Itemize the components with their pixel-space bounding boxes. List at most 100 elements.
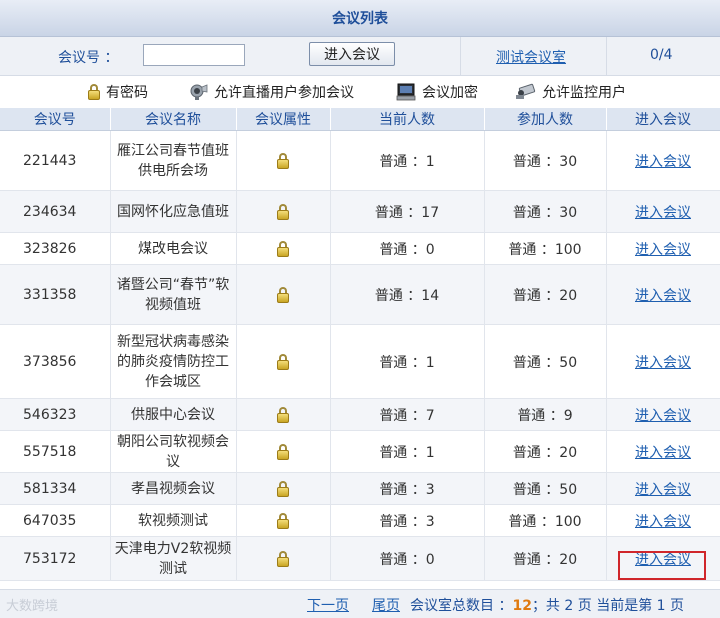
meeting-attr-cell <box>236 430 331 473</box>
current-count-cell: 普通 ：1 <box>330 324 485 399</box>
joined-count-cell: 普通 ：50 <box>484 324 607 399</box>
table-row: 753172 天津电力V2软视频测试 普通 ：0 普通 ：20 进入会议 <box>0 536 720 581</box>
meeting-attr-cell <box>236 398 331 431</box>
table-row: 581334 孝昌视频会议 普通 ：3 普通 ：50 进入会议 <box>0 472 720 505</box>
meeting-attr-cell <box>236 472 331 505</box>
meeting-id-cell: 331358 <box>0 264 111 325</box>
enter-meeting-link[interactable]: 进入会议 <box>635 242 691 258</box>
page-title-text: 会议列表 <box>332 11 388 27</box>
meeting-list-page: 会议列表 会议号 ： 进入会议 测试会议室 0/4 有密码 允许直播用户参加会议 <box>0 0 720 618</box>
total-label: 会议室总数目 ： <box>410 598 513 614</box>
watermark: 大数跨境 <box>6 599 59 614</box>
current-count-cell: 普通 ：0 <box>330 232 485 265</box>
meeting-id-cell: 221443 <box>0 130 111 191</box>
joined-count-cell: 普通 ：20 <box>484 536 607 581</box>
enter-cell: 进入会议 <box>606 232 720 265</box>
meeting-attr-cell <box>236 324 331 399</box>
meeting-attr-cell <box>236 190 331 233</box>
lock-icon <box>277 353 289 370</box>
joined-count-cell: 普通 ：20 <box>484 264 607 325</box>
meeting-id-label: 会议号 ： <box>58 50 119 66</box>
meeting-attr-cell <box>236 130 331 191</box>
enter-meeting-link[interactable]: 进入会议 <box>635 482 691 498</box>
legend-monitor-camera-label: 允许监控用户 <box>542 85 626 101</box>
table-row: 647035 软视频测试 普通 ：3 普通 ：100 进入会议 <box>0 504 720 537</box>
meeting-name-cell: 软视频测试 <box>110 504 237 537</box>
legend-monitor-camera: 允许监控用户 <box>514 80 626 104</box>
current-count-cell: 普通 ：3 <box>330 504 485 537</box>
column-header-meeting-attr: 会议属性 <box>236 108 331 131</box>
meeting-id-cell: 557518 <box>0 430 111 473</box>
meeting-attr-cell <box>236 264 331 325</box>
meeting-id-cell: 373856 <box>0 324 111 399</box>
table-row: 373856 新型冠状病毒感染的肺炎疫情防控工作会城区 普通 ：1 普通 ：50 进入会… <box>0 324 720 399</box>
meeting-id-input[interactable] <box>143 44 245 66</box>
lock-icon <box>88 84 100 100</box>
camera-icon <box>190 84 208 100</box>
enter-meeting-button[interactable]: 进入会议 <box>309 42 395 66</box>
current-count-cell: 普通 ：1 <box>330 130 485 191</box>
pagination-footer: 大数跨境 下一页 尾页 会议室总数目 ：12；共 2 页 当前是第 1 页 <box>0 589 720 618</box>
enter-meeting-link[interactable]: 进入会议 <box>635 514 691 530</box>
legend-row: 有密码 允许直播用户参加会议 会议加密 允许监控用户 <box>0 76 720 108</box>
lock-icon <box>277 286 289 303</box>
enter-meeting-link[interactable]: 进入会议 <box>635 288 691 304</box>
legend-computer-label: 会议加密 <box>422 85 478 101</box>
table-header-row: 会议号 会议名称 会议属性 当前人数 参加人数 进入会议 <box>0 108 720 131</box>
enter-meeting-link[interactable]: 进入会议 <box>635 205 691 221</box>
meeting-id-cell: 323826 <box>0 232 111 265</box>
column-header-meeting-id: 会议号 <box>0 108 111 131</box>
enter-meeting-link[interactable]: 进入会议 <box>635 445 691 461</box>
lock-icon <box>277 152 289 169</box>
meeting-attr-cell <box>236 232 331 265</box>
next-page-link[interactable]: 下一页 <box>307 595 349 615</box>
legend-camera-label: 允许直播用户参加会议 <box>214 85 354 101</box>
legend-lock: 有密码 <box>88 80 148 104</box>
meeting-name-cell: 朝阳公司软视频会议 <box>110 430 237 473</box>
enter-cell: 进入会议 <box>606 504 720 537</box>
enter-cell: 进入会议 <box>606 430 720 473</box>
meeting-name-cell: 雁江公司春节值班供电所会场 <box>110 130 237 191</box>
enter-meeting-link[interactable]: 进入会议 <box>635 154 691 170</box>
search-row: 会议号 ： 进入会议 测试会议室 0/4 <box>0 37 720 76</box>
last-page-link[interactable]: 尾页 <box>372 595 400 615</box>
current-count-cell: 普通 ：14 <box>330 264 485 325</box>
pagination-info: 会议室总数目 ：12；共 2 页 当前是第 1 页 <box>410 595 684 615</box>
total-count: 12 <box>512 598 532 614</box>
table-row: 221443 雁江公司春节值班供电所会场 普通 ：1 普通 ：30 进入会议 <box>0 130 720 191</box>
meeting-id-cell: 581334 <box>0 472 111 505</box>
meeting-name-cell: 天津电力V2软视频测试 <box>110 536 237 581</box>
lock-icon <box>277 443 289 460</box>
legend-lock-label: 有密码 <box>106 85 148 101</box>
lock-icon <box>277 240 289 257</box>
lock-icon <box>277 480 289 497</box>
joined-count-cell: 普通 ：30 <box>484 190 607 233</box>
table-row: 331358 诸暨公司“春节”软视频值班 普通 ：14 普通 ：20 进入会议 <box>0 264 720 325</box>
enter-meeting-link[interactable]: 进入会议 <box>635 355 691 371</box>
room-count: 0/4 <box>650 47 673 63</box>
pages-text: ；共 2 页 当前是第 1 页 <box>531 598 685 614</box>
current-count-cell: 普通 ：17 <box>330 190 485 233</box>
current-count-cell: 普通 ：1 <box>330 430 485 473</box>
divider <box>606 37 607 75</box>
meeting-attr-cell <box>236 536 331 581</box>
joined-count-cell: 普通 ：100 <box>484 232 607 265</box>
joined-count-cell: 普通 ：50 <box>484 472 607 505</box>
joined-count-cell: 普通 ：100 <box>484 504 607 537</box>
lock-icon <box>277 203 289 220</box>
lock-icon <box>277 406 289 423</box>
current-count-cell: 普通 ：0 <box>330 536 485 581</box>
meeting-id-cell: 546323 <box>0 398 111 431</box>
column-header-meeting-name: 会议名称 <box>110 108 237 131</box>
meeting-name-cell: 煤改电会议 <box>110 232 237 265</box>
table-row: 557518 朝阳公司软视频会议 普通 ：1 普通 ：20 进入会议 <box>0 430 720 473</box>
enter-cell: 进入会议 <box>606 130 720 191</box>
enter-meeting-link[interactable]: 进入会议 <box>635 408 691 424</box>
test-room-link[interactable]: 测试会议室 <box>496 47 566 67</box>
current-count-cell: 普通 ：3 <box>330 472 485 505</box>
table-row: 234634 国网怀化应急值班 普通 ：17 普通 ：30 进入会议 <box>0 190 720 233</box>
meeting-name-cell: 供服中心会议 <box>110 398 237 431</box>
enter-cell: 进入会议 <box>606 264 720 325</box>
legend-camera: 允许直播用户参加会议 <box>188 80 354 104</box>
divider <box>460 37 461 75</box>
